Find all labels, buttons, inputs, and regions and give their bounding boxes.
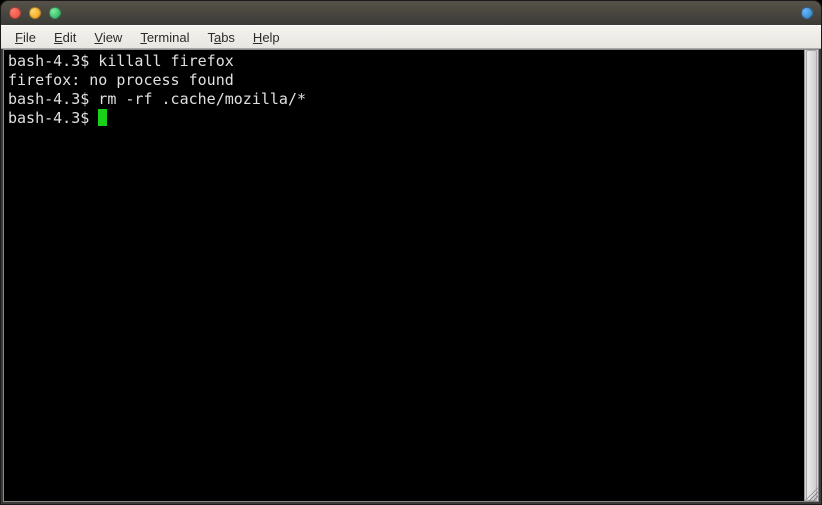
terminal-output[interactable]: bash-4.3$ killall firefoxfirefox: no pro…	[4, 50, 804, 501]
cursor-block	[98, 109, 107, 126]
menu-file[interactable]: File	[7, 28, 44, 47]
menu-view[interactable]: View	[86, 28, 130, 47]
terminal-window: File Edit View Terminal Tabs Help bash-4…	[0, 0, 822, 505]
info-icon[interactable]	[801, 7, 813, 19]
titlebar[interactable]	[1, 1, 821, 25]
terminal-line: bash-4.3$	[8, 109, 800, 128]
minimize-icon[interactable]	[29, 7, 41, 19]
terminal-line: firefox: no process found	[8, 71, 800, 90]
terminal-line: bash-4.3$ killall firefox	[8, 52, 800, 71]
scrollbar[interactable]	[804, 50, 818, 501]
window-controls	[9, 7, 61, 19]
terminal-area: bash-4.3$ killall firefoxfirefox: no pro…	[3, 49, 819, 502]
menu-help[interactable]: Help	[245, 28, 288, 47]
menu-terminal[interactable]: Terminal	[132, 28, 197, 47]
menu-edit[interactable]: Edit	[46, 28, 84, 47]
close-icon[interactable]	[9, 7, 21, 19]
resize-grip-icon[interactable]	[804, 487, 818, 501]
terminal-line: bash-4.3$ rm -rf .cache/mozilla/*	[8, 90, 800, 109]
maximize-icon[interactable]	[49, 7, 61, 19]
scrollbar-thumb[interactable]	[806, 50, 817, 501]
menu-tabs[interactable]: Tabs	[199, 28, 242, 47]
menubar: File Edit View Terminal Tabs Help	[1, 25, 821, 49]
